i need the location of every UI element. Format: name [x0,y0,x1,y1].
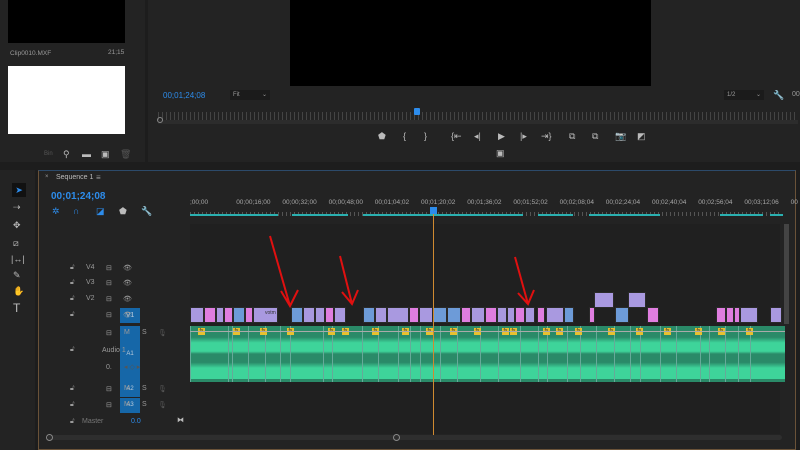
scroll-handle[interactable] [393,434,400,441]
scroll-handle[interactable] [46,434,53,441]
horizontal-scrollbar[interactable] [48,435,782,440]
vertical-scrollbar[interactable] [784,224,789,324]
red-arrow [339,255,359,306]
red-arrow [514,256,535,306]
annotation-arrows [269,235,535,309]
red-arrow [269,235,299,309]
